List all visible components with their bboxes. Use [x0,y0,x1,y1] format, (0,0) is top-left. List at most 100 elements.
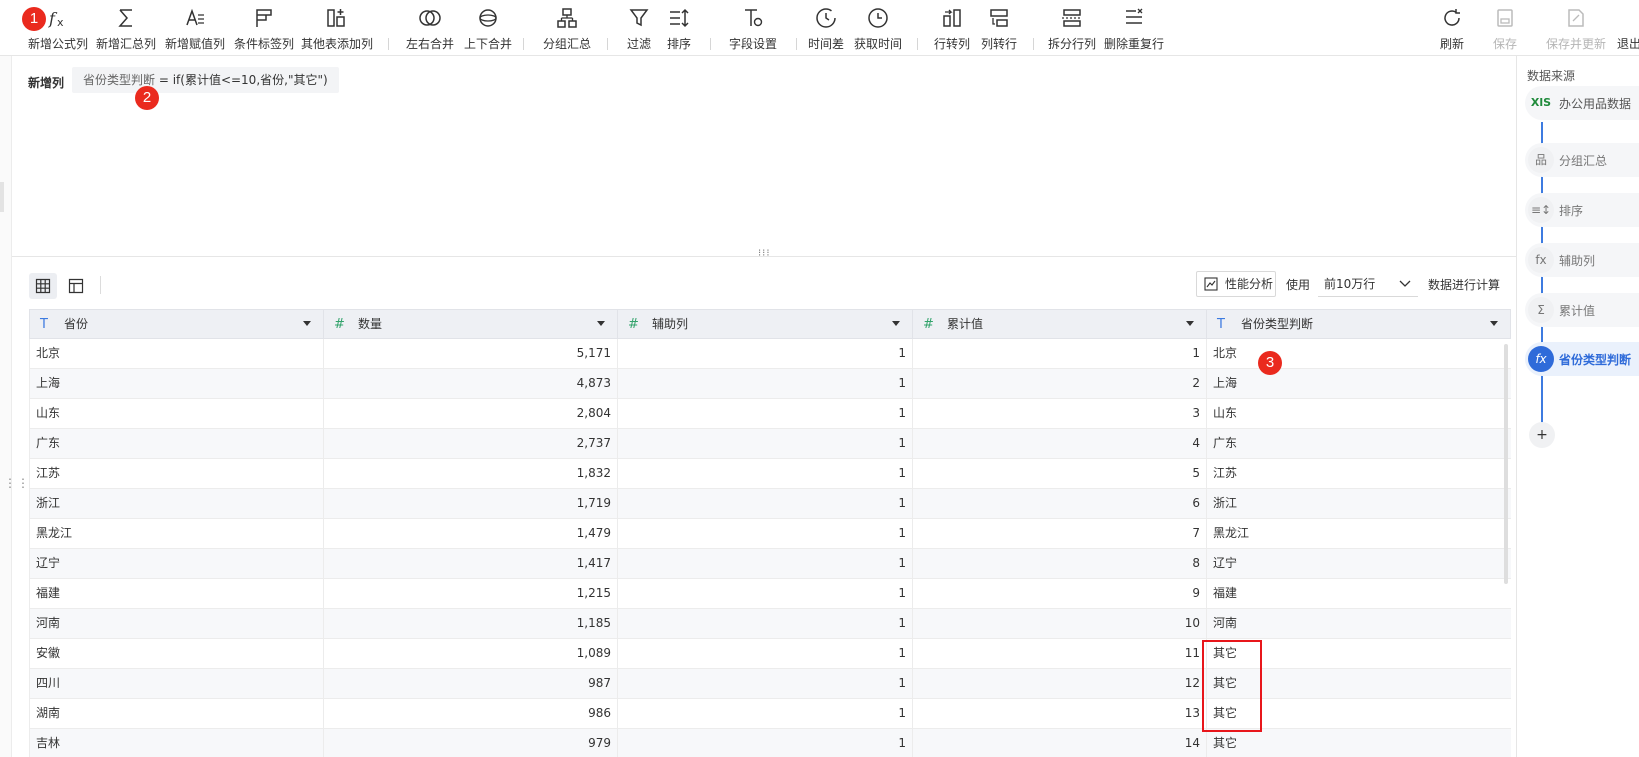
toolbar-separator [710,38,711,50]
table-cell: 11 [913,639,1207,668]
table-cell: 1,832 [324,459,618,488]
table-row[interactable]: 福建 1,215 1 9 福建 [29,579,1511,609]
flow-step-helper[interactable]: fx 辅助列 [1517,243,1639,277]
table-row[interactable]: 吉林 979 1 14 其它 [29,729,1511,757]
resize-handle-icon[interactable]: ⁝⁝⁝ [758,248,771,259]
dropdown-caret-icon[interactable] [303,321,311,326]
excel-icon: XlS [1530,96,1552,109]
filter-button[interactable]: 过滤 [622,0,656,56]
table-row[interactable]: 上海 4,873 1 2 上海 [29,369,1511,399]
other-table-add-column-button[interactable]: 其他表添加列 [300,0,374,56]
table-cell: 河南 [30,609,324,638]
column-header-cumulative[interactable]: # 累计值 [913,310,1207,339]
table-cell: 1 [618,729,913,757]
table-view-button[interactable] [62,273,90,299]
get-time-button[interactable]: 获取时间 [851,0,905,56]
table-cell: 黑龙江 [30,519,324,548]
delete-duplicates-icon [1126,8,1143,24]
vertical-scrollbar[interactable] [1504,344,1508,584]
data-source-title: 数据来源 [1527,69,1576,83]
refresh-icon [1444,9,1460,26]
table-row[interactable]: 江苏 1,832 1 5 江苏 [29,459,1511,489]
dropdown-caret-icon[interactable] [1490,321,1498,326]
table-row[interactable]: 河南 1,185 1 10 河南 [29,609,1511,639]
table-row[interactable]: 四川 987 1 12 其它 [29,669,1511,699]
row-limit-select[interactable]: 前10万行 [1318,271,1418,297]
column-header-province[interactable]: T 省份 [30,310,324,339]
flow-step-sort[interactable]: ≡↕ 排序 [1517,193,1639,227]
grid-view-button[interactable] [29,273,57,299]
table-row[interactable]: 黑龙江 1,479 1 7 黑龙江 [29,519,1511,549]
up-down-merge-button[interactable]: 上下合并 [461,0,515,56]
performance-analysis-button[interactable]: 性能分析 [1196,271,1276,297]
data-source-panel: 数据来源 XlS 办公用品数据品分组汇总 ≡↕ 排序 fx 辅助列 Σ 累计值 fx 省份类型判断… [1516,56,1639,757]
save-and-update-button[interactable]: 保存并更新 [1540,0,1612,56]
table-cell: 12 [913,669,1207,698]
table-row[interactable]: 湖南 986 1 13 其它 [29,699,1511,729]
dropdown-caret-icon[interactable] [892,321,900,326]
table-cell: 1 [618,519,913,548]
left-panel-tab[interactable] [0,182,4,212]
left-right-merge-button[interactable]: 左右合并 [403,0,457,56]
sort-button[interactable]: 排序 [662,0,696,56]
table-cell: 5 [913,459,1207,488]
row-to-column-button[interactable]: 行转列 [930,0,974,56]
save-button[interactable]: 保存 [1488,0,1522,56]
dropdown-caret-icon[interactable] [597,321,605,326]
column-header-quantity[interactable]: # 数量 [324,310,618,339]
column-header-province-type[interactable]: T 省份类型判断 [1207,310,1510,339]
table-cell: 979 [324,729,618,757]
time-diff-button[interactable]: 时间差 [805,0,847,56]
lr-merge-icon [419,10,441,26]
flow-step-cumulative[interactable]: Σ 累计值 [1517,293,1639,327]
table-row[interactable]: 山东 2,804 1 3 山东 [29,399,1511,429]
field-settings-icon [745,9,763,27]
exit-button[interactable]: 退出 [1615,0,1639,56]
column-to-row-button[interactable]: 列转行 [977,0,1021,56]
split-rows-button[interactable]: 拆分行列 [1045,0,1099,56]
add-step-button[interactable]: + [1529,422,1555,448]
refresh-button[interactable]: 刷新 [1435,0,1469,56]
table-row[interactable]: 安徽 1,089 1 11 其它 [29,639,1511,669]
delete-duplicate-rows-button[interactable]: 删除重复行 [1102,0,1166,56]
table-row[interactable]: 广东 2,737 1 4 广东 [29,429,1511,459]
drag-handle-icon[interactable]: ⋮⋮ [4,477,30,489]
annotation-marker-2: 2 [135,86,159,110]
table-cell: 1 [618,669,913,698]
toolbar-separator [796,38,797,50]
group-summary-button[interactable]: 分组汇总 [538,0,596,56]
table-cell: 辽宁 [1213,556,1238,570]
dropdown-caret-icon[interactable] [1186,321,1194,326]
table-row[interactable]: 浙江 1,719 1 6 浙江 [29,489,1511,519]
table-cell: 7 [913,519,1207,548]
field-settings-button[interactable]: 字段设置 [724,0,782,56]
fx-icon: fx [48,9,64,29]
table-cell: 浙江 [30,489,324,518]
table-cell: 北京 [1213,346,1238,360]
table-cell: 1 [913,339,1207,368]
table-row[interactable]: 辽宁 1,417 1 8 辽宁 [29,549,1511,579]
annotation-marker-1: 1 [22,7,46,31]
toolbar-separator [607,38,608,50]
table-cell: 4,873 [324,369,618,398]
time-fetch-icon [868,8,888,28]
flow-step-group[interactable]: 品分组汇总 [1517,143,1639,177]
row-to-column-icon [943,9,961,27]
column-header-helper[interactable]: # 辅助列 [618,310,913,339]
new-summary-column-button[interactable]: 新增汇总列 [94,0,158,56]
add-column-icon [327,9,345,27]
new-value-column-button[interactable]: 新增赋值列 [163,0,227,56]
table-row[interactable]: 北京 5,171 1 1 北京 [29,339,1511,369]
formula-chip[interactable]: 省份类型判断 = if(累计值<=10,省份,"其它") [72,67,339,93]
table-cell: 1,719 [324,489,618,518]
flow-step-source[interactable]: XlS 办公用品数据 [1517,86,1639,120]
formula-column-name: 省份类型判断 [83,73,156,87]
flow-step-province-type[interactable]: fx 省份类型判断 [1517,342,1639,376]
chevron-down-icon [1399,280,1411,287]
chart-icon [1204,277,1218,291]
table-cell: 湖南 [30,699,324,728]
table-cell: 3 [913,399,1207,428]
condition-label-column-button[interactable]: 条件标签列 [232,0,296,56]
flow-step-label: 累计值 [1559,304,1596,318]
table-cell: 安徽 [30,639,324,668]
